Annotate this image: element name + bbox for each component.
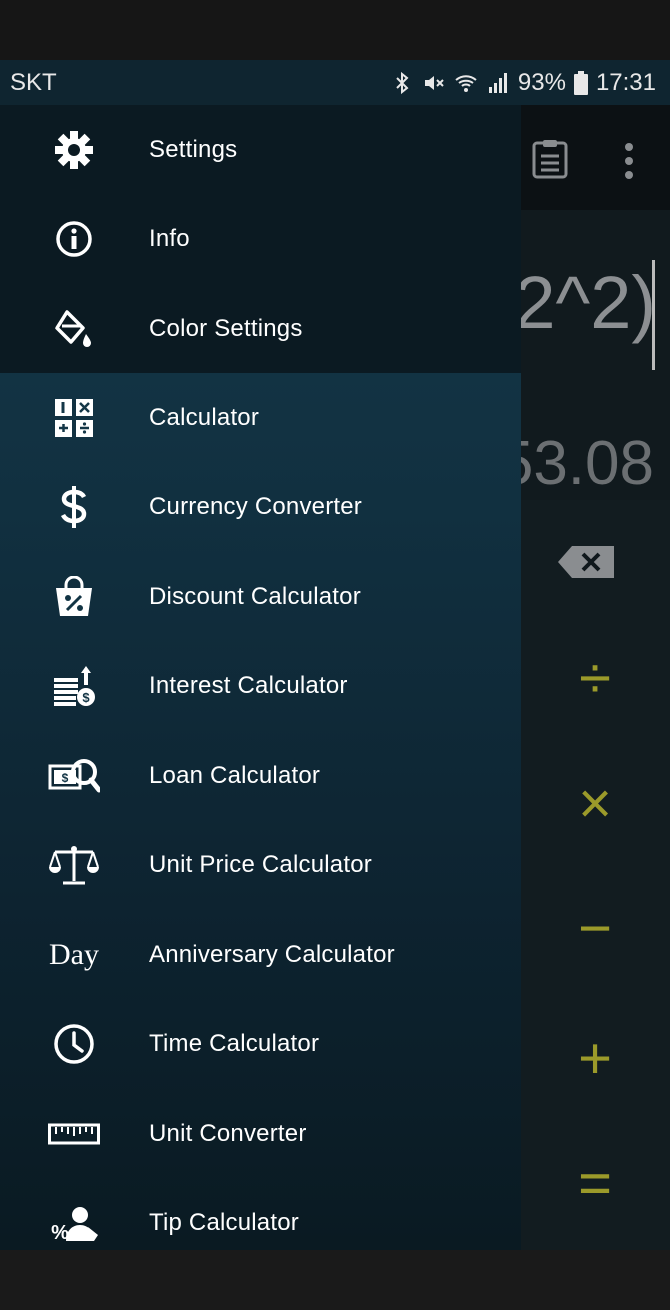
menu-label: Interest Calculator xyxy=(149,671,348,699)
loan-search-icon: $ xyxy=(48,750,100,802)
info-icon xyxy=(48,213,100,265)
menu-label: Color Settings xyxy=(149,314,303,342)
equals-key[interactable]: = xyxy=(520,1150,670,1217)
gear-icon xyxy=(48,124,100,176)
expression-display[interactable]: 2^2) xyxy=(514,260,656,345)
top-system-bezel xyxy=(0,0,670,60)
paint-bucket-icon xyxy=(48,303,100,355)
add-key[interactable]: + xyxy=(520,1025,670,1092)
menu-item-currency-converter[interactable]: Currency Converter xyxy=(0,462,521,551)
menu-item-time-calculator[interactable]: Time Calculator xyxy=(0,999,521,1088)
menu-item-loan-calculator[interactable]: $ Loan Calculator xyxy=(0,731,521,820)
result-display: 53.08 xyxy=(498,429,654,498)
text-cursor xyxy=(652,260,655,370)
status-bar: SKT 93% 17:31 xyxy=(0,60,670,105)
signal-icon xyxy=(488,72,507,93)
bottom-system-bezel xyxy=(0,1250,670,1310)
bluetooth-icon xyxy=(396,71,409,94)
clock-icon xyxy=(48,1018,100,1070)
operator-column xyxy=(520,500,670,1250)
subtract-key[interactable]: − xyxy=(520,895,670,962)
menu-item-info[interactable]: Info xyxy=(0,194,521,283)
multiply-key[interactable]: × xyxy=(520,770,670,837)
status-icons: 93% 17:31 xyxy=(390,69,656,97)
menu-label: Time Calculator xyxy=(149,1029,320,1057)
menu-label: Anniversary Calculator xyxy=(149,940,395,968)
menu-label: Calculator xyxy=(149,403,260,431)
menu-label: Tip Calculator xyxy=(149,1208,299,1236)
svg-text:$: $ xyxy=(82,690,90,705)
menu-item-tip-calculator[interactable]: % Tip Calculator xyxy=(0,1178,521,1250)
battery-icon xyxy=(573,70,588,95)
divide-key[interactable]: ÷ xyxy=(520,645,670,712)
menu-label: Info xyxy=(149,224,190,252)
menu-item-interest-calculator[interactable]: $ Interest Calculator xyxy=(0,641,521,730)
menu-label: Loan Calculator xyxy=(149,761,321,789)
dollar-icon xyxy=(48,481,100,533)
scale-icon xyxy=(48,839,100,891)
battery-percent: 93% xyxy=(517,68,566,96)
wifi-icon xyxy=(455,74,477,92)
carrier-label: SKT xyxy=(10,68,57,96)
menu-item-calculator[interactable]: Calculator xyxy=(0,373,521,462)
mute-icon xyxy=(424,75,444,90)
menu-label: Unit Price Calculator xyxy=(149,850,372,878)
more-options-icon[interactable] xyxy=(618,139,640,183)
tip-icon: % xyxy=(48,1197,100,1249)
menu-label: Unit Converter xyxy=(149,1119,307,1147)
menu-item-unit-price-calculator[interactable]: Unit Price Calculator xyxy=(0,820,521,909)
menu-item-color-settings[interactable]: Color Settings xyxy=(0,284,521,373)
clock-time: 17:31 xyxy=(595,68,656,96)
menu-item-anniversary-calculator[interactable]: Day Anniversary Calculator xyxy=(0,910,521,999)
menu-item-discount-calculator[interactable]: Discount Calculator xyxy=(0,552,521,641)
calculator-icon xyxy=(48,392,100,444)
navigation-drawer: Settings Info Color Settings Calculator … xyxy=(0,105,521,1250)
menu-label: Settings xyxy=(149,135,238,163)
day-icon: Day xyxy=(48,929,100,981)
ruler-icon xyxy=(48,1108,100,1160)
clipboard-icon[interactable] xyxy=(532,139,568,179)
menu-item-unit-converter[interactable]: Unit Converter xyxy=(0,1089,521,1178)
interest-icon: $ xyxy=(48,660,100,712)
percent-bag-icon xyxy=(48,571,100,623)
day-icon-text: Day xyxy=(49,937,99,971)
menu-label: Discount Calculator xyxy=(149,582,361,610)
svg-text:$: $ xyxy=(62,771,69,785)
menu-item-settings[interactable]: Settings xyxy=(0,105,521,194)
svg-text:%: % xyxy=(51,1222,69,1243)
menu-label: Currency Converter xyxy=(149,492,363,520)
backspace-icon[interactable] xyxy=(558,546,614,578)
